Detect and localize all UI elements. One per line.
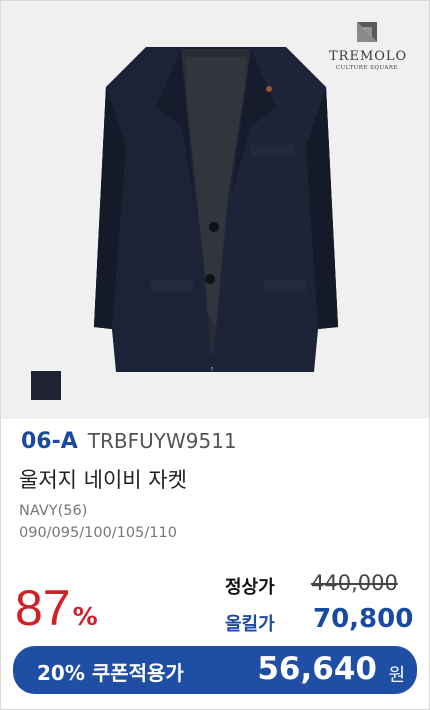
product-code-prefix: 06-A xyxy=(21,429,78,454)
coupon-price-unit: 원 xyxy=(388,665,405,686)
coupon-price: 56,640 xyxy=(257,651,377,687)
regular-price-label: 정상가 xyxy=(225,577,275,598)
coupon-price-bar[interactable]: 20% 쿠폰적용가 56,640 원 xyxy=(13,646,417,694)
regular-price-row: 정상가 440,000 xyxy=(1,571,429,601)
brand-logo: TREMOLO CULTURE SQUARE xyxy=(329,19,408,71)
color-swatch[interactable] xyxy=(31,371,61,400)
product-sizes: 090/095/100/105/110 xyxy=(19,525,177,541)
brand-tagline: CULTURE SQUARE xyxy=(335,65,399,71)
product-color: NAVY(56) xyxy=(19,503,88,519)
brand-logo-mark-icon xyxy=(357,22,377,42)
sale-price: 70,800 xyxy=(313,604,414,634)
product-image[interactable]: TREMOLO CULTURE SQUARE xyxy=(1,1,429,419)
product-sku: TRBFUYW9511 xyxy=(87,429,237,453)
product-card[interactable]: TREMOLO CULTURE SQUARE 06-A TRBFUYW9511 울… xyxy=(0,0,430,710)
jacket-image xyxy=(94,47,338,372)
coupon-label: 20% 쿠폰적용가 xyxy=(37,661,184,685)
regular-price: 440,000 xyxy=(311,571,398,595)
brand-name: TREMOLO xyxy=(329,49,408,64)
sale-price-row: 올킬가 70,800 xyxy=(1,604,429,636)
sale-price-label: 올킬가 xyxy=(225,614,275,635)
product-code: 06-A TRBFUYW9511 xyxy=(21,429,237,454)
product-name[interactable]: 울저지 네이비 자켓 xyxy=(19,464,187,494)
